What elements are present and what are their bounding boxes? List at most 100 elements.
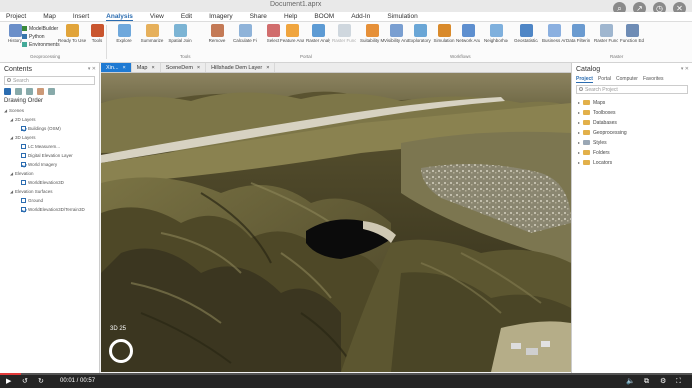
layer-visibility-checkbox[interactable] xyxy=(21,207,26,213)
ribbon-tab-imagery[interactable]: Imagery xyxy=(209,13,232,20)
catalog-search-input[interactable]: Search Project xyxy=(576,85,688,94)
explore-button[interactable]: Explore xyxy=(112,24,136,54)
group-workflows: Workflows xyxy=(450,54,471,59)
captions-icon[interactable]: ⧉ xyxy=(644,376,649,387)
ribbon-tab-map[interactable]: Map xyxy=(43,13,56,20)
map-tab[interactable]: Xin... × xyxy=(101,63,132,72)
volume-icon[interactable]: 🔈 xyxy=(626,376,635,387)
rewind-icon[interactable]: ↺ xyxy=(22,376,28,387)
catalog-pane: Catalog ▾ ✕ Project Portal Computer Favorit… xyxy=(571,63,692,373)
close-icon[interactable]: × xyxy=(197,65,200,71)
map-tab[interactable]: Map × xyxy=(132,63,161,72)
neighborhood-explorer-button[interactable]: Neighborhood Explorer xyxy=(484,24,508,54)
visibility-analysis-icon xyxy=(389,24,403,37)
layer-tree-item[interactable]: Digital Elevation Layer xyxy=(0,151,99,160)
list-by-snapping-icon[interactable] xyxy=(48,88,55,95)
calculate-field-button[interactable]: Calculate Field xyxy=(233,24,257,54)
catalog-tab-portal[interactable]: Portal xyxy=(598,76,611,83)
remove-button[interactable]: Remove xyxy=(205,24,229,54)
raster-analysis-button[interactable]: Raster Analysis xyxy=(306,24,330,54)
layer-label: 3D Layers xyxy=(15,135,36,140)
layer-tree-item[interactable]: ◢ 3D Layers xyxy=(0,133,99,142)
ribbon-tab-analysis[interactable]: Analysis xyxy=(106,13,133,21)
layer-tree-item[interactable]: ◢ Scenes xyxy=(0,106,99,115)
environments-button[interactable]: Environments xyxy=(22,41,60,49)
ribbon-tab-share[interactable]: Share xyxy=(250,13,267,20)
ribbon-tab-simulation[interactable]: Simulation xyxy=(387,13,417,20)
simulation-button[interactable]: Simulation xyxy=(432,24,456,54)
layer-visibility-checkbox[interactable] xyxy=(21,198,26,204)
layer-tree-item[interactable]: ◢ Elevation xyxy=(0,169,99,178)
catalog-tab-computer[interactable]: Computer xyxy=(616,76,638,83)
close-icon[interactable]: × xyxy=(123,65,126,71)
pane-options-icon[interactable]: ▾ ✕ xyxy=(88,66,96,72)
catalog-item[interactable]: ▸ Geoprocessing xyxy=(572,128,692,138)
summarize-button[interactable]: Summarize xyxy=(140,24,164,54)
exploratory-3d-analysis-button[interactable]: Exploratory 3D Analysis xyxy=(408,24,432,54)
contents-pane: Contents ▾ ✕ Search Drawing Order ◢ Scene… xyxy=(0,63,100,373)
layer-tree-item[interactable]: World Imagery xyxy=(0,160,99,169)
layer-tree-item[interactable]: ◢ Elevation Surfaces xyxy=(0,187,99,196)
geostatistical-wizard-button[interactable]: Geostatistical Wizard xyxy=(514,24,538,54)
catalog-item[interactable]: ▸ Styles xyxy=(572,138,692,148)
ribbon-tab-edit[interactable]: Edit xyxy=(181,13,192,20)
play-icon[interactable]: ▶ xyxy=(6,376,11,387)
drawing-order-icon[interactable] xyxy=(4,88,11,95)
catalog-item[interactable]: ▸ Databases xyxy=(572,118,692,128)
catalog-item[interactable]: ▸ Folders xyxy=(572,148,692,158)
catalog-item[interactable]: ▸ Locators xyxy=(572,158,692,168)
fullscreen-icon[interactable]: ⛶ xyxy=(676,376,681,387)
layer-visibility-checkbox[interactable] xyxy=(21,144,26,150)
list-by-source-icon[interactable] xyxy=(15,88,22,95)
ribbon-tab-add-in[interactable]: Add-In xyxy=(351,13,370,20)
catalog-item[interactable]: ▸ Maps xyxy=(572,98,692,108)
layer-tree-item[interactable]: WorldElevation3D xyxy=(0,178,99,187)
map-tab[interactable]: Hillshade Dem Layer × xyxy=(206,63,276,72)
progress-bar[interactable] xyxy=(0,373,692,375)
contents-search-input[interactable]: Search xyxy=(4,76,95,85)
raster-functions-button[interactable]: Raster Functions xyxy=(594,24,618,54)
list-by-editing-icon[interactable] xyxy=(37,88,44,95)
layer-tree-item[interactable]: Buildings (OSM) xyxy=(0,124,99,133)
raster-functions-button[interactable]: Raster Functions xyxy=(332,24,356,54)
map-tab-label: Hillshade Dem Layer xyxy=(211,65,263,71)
ready-to-use-tools-button[interactable]: Ready To Use Tools xyxy=(58,24,86,54)
ribbon-tab-view[interactable]: View xyxy=(150,13,164,20)
layer-visibility-checkbox[interactable] xyxy=(21,126,26,132)
spatial-join-button[interactable]: Spatial Join xyxy=(168,24,192,54)
layer-tree-item[interactable]: ◢ 2D Layers xyxy=(0,115,99,124)
layer-tree-item[interactable]: Ground xyxy=(0,196,99,205)
catalog-tab-project[interactable]: Project xyxy=(576,76,593,83)
layer-visibility-checkbox[interactable] xyxy=(21,180,26,186)
layer-visibility-checkbox[interactable] xyxy=(21,162,26,168)
data-filtering-button[interactable]: Data Filtering xyxy=(566,24,590,54)
navigator-control[interactable] xyxy=(109,339,133,363)
catalog-item[interactable]: ▸ Toolboxes xyxy=(572,108,692,118)
layer-tree-item[interactable]: WorldElevation3D/Terrain3D xyxy=(0,205,99,214)
business-analysis-button[interactable]: Business Analysis xyxy=(542,24,566,54)
suitability-modeler-button[interactable]: Suitability Modeler xyxy=(360,24,384,54)
map-tab[interactable]: SceneDem × xyxy=(161,63,207,72)
python-button[interactable]: Python xyxy=(22,33,60,41)
ribbon-tab-help[interactable]: Help xyxy=(284,13,297,20)
close-icon[interactable]: × xyxy=(266,65,269,71)
catalog-tab-favorites[interactable]: Favorites xyxy=(643,76,664,83)
modelbuilder-button[interactable]: ModelBuilder xyxy=(22,25,60,33)
geoprocessing-list: ModelBuilder Python Environments xyxy=(22,25,60,49)
network-analysis-button[interactable]: Network Analysis xyxy=(456,24,480,54)
function-editor-button[interactable]: Function Editor xyxy=(620,24,644,54)
layer-visibility-checkbox[interactable] xyxy=(21,153,26,159)
pane-options-icon[interactable]: ▾ ✕ xyxy=(681,66,689,72)
ribbon-tab-boom[interactable]: BOOM xyxy=(314,13,334,20)
ribbon-tab-insert[interactable]: Insert xyxy=(73,13,89,20)
settings-icon[interactable]: ⚙ xyxy=(660,376,666,387)
ribbon-tab-project[interactable]: Project xyxy=(6,13,26,20)
list-by-selection-icon[interactable] xyxy=(26,88,33,95)
close-icon[interactable]: × xyxy=(151,65,154,71)
layer-tree-item[interactable]: LC Measurem... xyxy=(0,142,99,151)
catalog-item-label: Geoprocessing xyxy=(593,130,627,136)
visibility-analysis-button[interactable]: Visibility Analysis xyxy=(384,24,408,54)
scene-view[interactable]: 3D 25 xyxy=(101,73,571,372)
feature-analysis-button[interactable]: Feature Analysis xyxy=(280,24,304,54)
forward-icon[interactable]: ↻ xyxy=(38,376,44,387)
